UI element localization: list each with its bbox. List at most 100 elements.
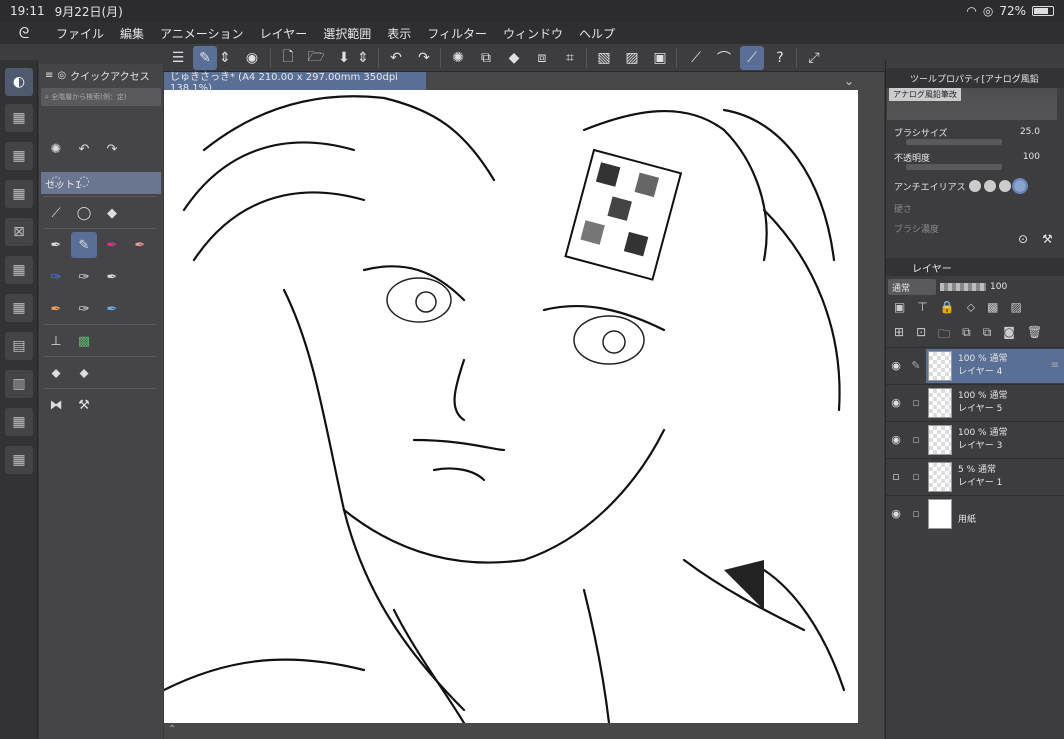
chevron-updown-icon[interactable]: ⇕ <box>356 46 370 70</box>
fullscreen-icon[interactable]: ⤢ <box>802 46 826 70</box>
panel-icon[interactable]: ▦ <box>5 294 33 322</box>
redo-icon[interactable]: ↷ <box>412 46 436 70</box>
eyedropper-icon[interactable]: ⟋ <box>43 200 69 226</box>
chevron-down-icon[interactable]: ⌄ <box>844 74 854 88</box>
document-tab[interactable]: じゅきさっき* (A4 210.00 x 297.00mm 350dpi 138… <box>164 72 426 94</box>
antialias-strong[interactable] <box>1011 178 1028 194</box>
brush-icon[interactable]: ✑ <box>43 264 69 290</box>
layer-item[interactable]: ◉ ▫ 100 % 通常 レイヤー 3 <box>886 421 1064 457</box>
loading-icon[interactable]: ✺ <box>43 136 69 162</box>
lasso-icon[interactable]: ◯ <box>71 200 97 226</box>
layer-panel-tab[interactable]: レイヤー <box>886 258 1064 276</box>
deselect-icon[interactable]: ▧ <box>592 46 616 70</box>
antialias-none[interactable] <box>968 180 981 192</box>
lock-transparency-icon[interactable]: ⬦ <box>967 300 975 322</box>
chevron-up-icon[interactable]: ⌃ <box>168 724 176 735</box>
tool-icon[interactable]: ◐ <box>5 68 33 96</box>
wrench-icon[interactable]: ⚒ <box>71 392 97 418</box>
duplicate-icon[interactable]: ⧉ <box>983 325 992 347</box>
edit-mode-icon[interactable]: ✎ <box>193 46 217 70</box>
menu-window[interactable]: ウィンドウ <box>495 25 571 42</box>
brush-icon[interactable]: ⌒ <box>712 46 736 70</box>
menu-layer[interactable]: レイヤー <box>252 25 316 42</box>
menu-help[interactable]: ヘルプ <box>571 25 623 42</box>
panel-icon[interactable]: ▦ <box>5 104 33 132</box>
menu-filter[interactable]: フィルター <box>419 25 495 42</box>
new-raster-layer-icon[interactable]: ⊞ <box>894 325 904 347</box>
clip-icon[interactable]: ▣ <box>894 300 905 322</box>
menu-selection[interactable]: 選択範囲 <box>315 25 379 42</box>
quick-search-input[interactable]: ⌕ 全階層から検索(例：定) <box>41 88 161 106</box>
clear-icon[interactable]: ⧉ <box>474 46 498 70</box>
lasso-icon[interactable]: ◌ <box>43 168 69 194</box>
chevron-updown-icon[interactable]: ⇕ <box>218 46 232 70</box>
pencil-icon[interactable]: ✎ <box>71 232 97 258</box>
stamp-icon[interactable]: ⊥ <box>43 328 69 354</box>
brush-icon[interactable]: ✑ <box>71 296 97 322</box>
menu-animation[interactable]: アニメーション <box>152 25 252 42</box>
drag-handle-icon[interactable]: ≡ <box>1051 360 1059 371</box>
opacity-slider[interactable] <box>906 164 1002 170</box>
loading-icon[interactable]: ✺ <box>446 46 470 70</box>
antialias-weak[interactable] <box>983 180 996 192</box>
open-folder-icon[interactable]: 🗁 <box>304 46 328 70</box>
brush-icon[interactable]: ✑ <box>71 264 97 290</box>
layer-item[interactable]: ◉ ✎ 100 % 通常 レイヤー 4 ≡ <box>886 347 1064 383</box>
tool-property-tab[interactable]: ツールプロパティ[アナログ風鉛 <box>886 68 1064 88</box>
selection-border-icon[interactable]: ▣ <box>648 46 672 70</box>
eye-icon[interactable]: ◉ <box>886 396 906 409</box>
transform-icon[interactable]: ⧈ <box>530 46 554 70</box>
undo-icon[interactable]: ↶ <box>384 46 408 70</box>
download-icon[interactable]: ⊙ <box>1018 232 1028 246</box>
fill-icon[interactable]: ◆ <box>502 46 526 70</box>
panel-icon[interactable]: ⊠ <box>5 218 33 246</box>
brush-size-row[interactable]: ブラシサイズ 25.0 <box>894 126 1044 145</box>
panel-icon[interactable]: ▥ <box>5 370 33 398</box>
pen-icon[interactable]: ✒ <box>43 232 69 258</box>
eraser-icon[interactable]: ⬥ <box>71 360 97 386</box>
mask-icon[interactable]: ▩ <box>987 300 998 322</box>
panel-icon[interactable]: ▦ <box>5 446 33 474</box>
merge-down-icon[interactable]: ⧉ <box>962 325 971 347</box>
flip-icon[interactable]: ⧓ <box>43 392 69 418</box>
lasso-icon[interactable]: ◌ <box>71 168 97 194</box>
trash-icon[interactable]: 🗑 <box>1027 325 1042 347</box>
lock-icon[interactable]: 🔒 <box>940 300 955 322</box>
pen-icon[interactable]: ✒ <box>99 296 125 322</box>
new-file-icon[interactable]: 🗋 <box>276 46 300 70</box>
eraser-icon[interactable]: ⬥ <box>43 360 69 386</box>
new-vector-layer-icon[interactable]: ⊡ <box>916 325 926 347</box>
antialias-medium[interactable] <box>998 180 1011 192</box>
wrench-icon[interactable]: ⚒ <box>1042 232 1053 246</box>
stabilizer-icon[interactable]: ⟋ <box>740 46 764 70</box>
fill-icon[interactable]: ◆ <box>99 200 125 226</box>
new-folder-icon[interactable]: 🗀 <box>938 325 950 347</box>
drawing-canvas[interactable] <box>164 90 858 723</box>
panel-icon[interactable]: ▦ <box>5 256 33 284</box>
pen-icon[interactable]: ✒ <box>127 232 153 258</box>
help-icon[interactable]: ? <box>768 46 792 70</box>
menu-view[interactable]: 表示 <box>379 25 419 42</box>
panel-icon[interactable]: ▦ <box>5 408 33 436</box>
eye-icon[interactable]: ◉ <box>886 507 906 520</box>
redo-icon[interactable]: ↷ <box>99 136 125 162</box>
menu-edit[interactable]: 編集 <box>112 25 152 42</box>
layer-item[interactable]: ◉ ▫ 用紙 <box>886 495 1064 531</box>
crop-icon[interactable]: ⌗ <box>558 46 582 70</box>
edit-toggle[interactable]: ▫ <box>906 507 926 520</box>
edit-toggle[interactable]: ▫ <box>906 396 926 409</box>
menu-file[interactable]: ファイル <box>48 25 112 42</box>
blend-mode-select[interactable]: 通常 <box>888 279 936 295</box>
panel-icon[interactable]: ▦ <box>5 142 33 170</box>
edit-toggle[interactable]: ▫ <box>906 433 926 446</box>
invert-selection-icon[interactable]: ▨ <box>620 46 644 70</box>
hardness-row[interactable]: 硬さ <box>894 202 1044 215</box>
mask-link-icon[interactable]: ▨ <box>1011 300 1022 322</box>
pen-icon[interactable]: ✒ <box>99 264 125 290</box>
layer-item[interactable]: ◉ ▫ 100 % 通常 レイヤー 5 <box>886 384 1064 420</box>
layer-mask-icon[interactable]: ◙ <box>1003 325 1015 347</box>
texture-icon[interactable]: ▩ <box>71 328 97 354</box>
ruler-icon[interactable]: ⟋ <box>684 46 708 70</box>
opacity-row[interactable]: 不透明度 100 <box>894 151 1044 170</box>
panel-icon[interactable]: ▤ <box>5 332 33 360</box>
